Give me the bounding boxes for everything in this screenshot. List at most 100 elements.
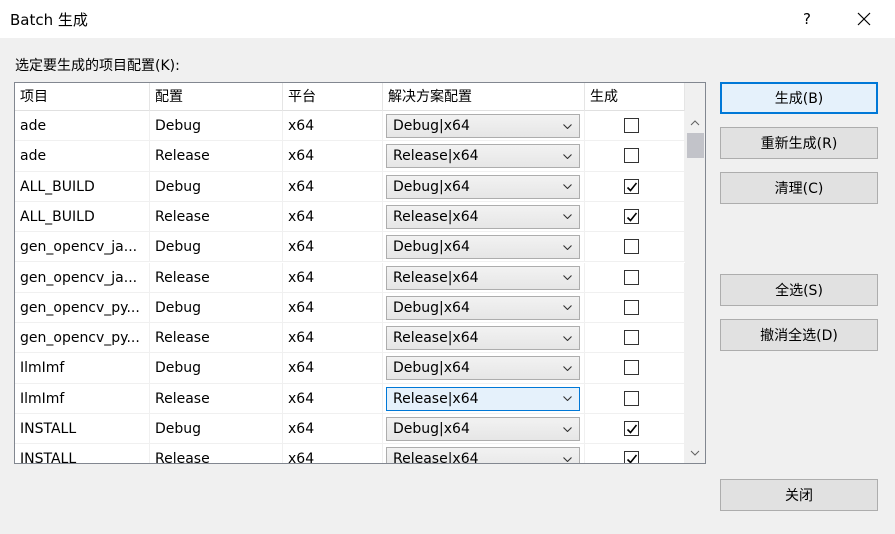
rebuild-button[interactable]: 重新生成(R) <box>720 127 878 159</box>
solution-config-dropdown[interactable]: Release|x64 <box>386 265 580 290</box>
platform-cell: x64 <box>283 444 383 463</box>
project-config-grid[interactable]: 项目 配置 平台 解决方案配置 生成 ade Debug x64 Debug|x… <box>14 82 706 464</box>
column-header-config[interactable]: 配置 <box>150 83 283 111</box>
solution-config-value: Release|x64 <box>393 269 479 286</box>
solution-config-cell: Release|x64 <box>383 444 585 463</box>
project-cell: INSTALL <box>15 444 150 463</box>
solution-config-dropdown[interactable]: Debug|x64 <box>386 356 580 381</box>
solution-config-cell: Release|x64 <box>383 262 585 293</box>
platform-cell: x64 <box>283 292 383 323</box>
solution-config-dropdown[interactable]: Debug|x64 <box>386 417 580 441</box>
chevron-down-icon <box>563 418 573 440</box>
platform-cell: x64 <box>283 414 383 444</box>
table-row[interactable]: INSTALL Debug x64 Debug|x64 <box>15 414 685 445</box>
table-row[interactable]: ALL_BUILD Release x64 Release|x64 <box>15 201 685 233</box>
solution-config-dropdown[interactable]: Debug|x64 <box>386 114 580 138</box>
column-header-build[interactable]: 生成 <box>585 83 685 111</box>
close-button[interactable]: 关闭 <box>720 479 878 511</box>
build-checkbox[interactable] <box>624 118 639 133</box>
solution-config-cell: Release|x64 <box>383 141 585 172</box>
build-checkbox[interactable] <box>624 208 639 224</box>
chevron-down-icon <box>563 115 573 137</box>
build-checkbox[interactable] <box>624 239 639 255</box>
selection-prompt: 选定要生成的项目配置(K): <box>15 58 180 74</box>
project-cell: INSTALL <box>15 414 150 444</box>
project-cell: ALL_BUILD <box>15 171 150 202</box>
table-row[interactable]: ade Debug x64 Debug|x64 <box>15 111 685 142</box>
chevron-down-icon <box>563 236 573 258</box>
solution-config-dropdown[interactable]: Release|x64 <box>386 144 580 169</box>
clean-button[interactable]: 清理(C) <box>720 172 878 204</box>
build-cell <box>585 171 685 202</box>
scroll-up-button[interactable] <box>685 113 705 133</box>
chevron-down-icon <box>690 450 700 456</box>
column-header-project[interactable]: 项目 <box>15 83 150 111</box>
build-checkbox[interactable] <box>624 269 639 285</box>
build-checkbox[interactable] <box>624 421 639 436</box>
vertical-scrollbar[interactable] <box>685 83 705 463</box>
platform-cell: x64 <box>283 383 383 414</box>
table-row[interactable]: INSTALL Release x64 Release|x64 <box>15 444 685 463</box>
solution-config-dropdown[interactable]: Debug|x64 <box>386 295 580 320</box>
table-row[interactable]: IlmImf Debug x64 Debug|x64 <box>15 353 685 384</box>
select-all-button[interactable]: 全选(S) <box>720 274 878 306</box>
solution-config-dropdown[interactable]: Release|x64 <box>386 204 580 229</box>
solution-config-dropdown[interactable]: Debug|x64 <box>386 174 580 199</box>
chevron-down-icon <box>563 267 573 289</box>
platform-cell: x64 <box>283 323 383 354</box>
checkmark-icon <box>626 424 638 434</box>
table-row[interactable]: gen_opencv_py... Release x64 Release|x64 <box>15 323 685 354</box>
solution-config-dropdown[interactable]: Debug|x64 <box>386 235 580 260</box>
solution-config-dropdown[interactable]: Release|x64 <box>386 386 580 411</box>
build-checkbox[interactable] <box>624 360 639 376</box>
build-cell <box>585 232 685 263</box>
solution-config-cell: Debug|x64 <box>383 292 585 323</box>
config-cell: Release <box>150 444 283 463</box>
platform-cell: x64 <box>283 171 383 202</box>
window-title: Batch 生成 <box>10 11 88 29</box>
column-header-platform[interactable]: 平台 <box>283 83 383 111</box>
solution-config-cell: Debug|x64 <box>383 111 585 141</box>
chevron-down-icon <box>563 357 573 379</box>
build-checkbox[interactable] <box>624 299 639 315</box>
build-checkbox[interactable] <box>624 451 639 463</box>
close-window-button[interactable] <box>845 0 883 38</box>
chevron-up-icon <box>690 120 700 126</box>
table-row[interactable]: gen_opencv_py... Debug x64 Debug|x64 <box>15 292 685 324</box>
solution-config-dropdown[interactable]: Release|x64 <box>386 326 580 351</box>
table-row[interactable]: gen_opencv_ja... Debug x64 Debug|x64 <box>15 232 685 263</box>
solution-config-value: Release|x64 <box>393 208 479 225</box>
table-row[interactable]: IlmImf Release x64 Release|x64 <box>15 383 685 414</box>
project-cell: ade <box>15 141 150 172</box>
build-checkbox[interactable] <box>624 148 639 164</box>
scroll-down-button[interactable] <box>685 443 705 463</box>
config-cell: Debug <box>150 292 283 323</box>
checkmark-icon <box>626 182 638 192</box>
build-button[interactable]: 生成(B) <box>720 82 878 114</box>
chevron-down-icon <box>563 388 573 410</box>
platform-cell: x64 <box>283 232 383 263</box>
checkmark-icon <box>626 454 638 463</box>
build-checkbox[interactable] <box>624 390 639 406</box>
project-cell: gen_opencv_ja... <box>15 232 150 263</box>
table-row[interactable]: ade Release x64 Release|x64 <box>15 141 685 172</box>
deselect-all-button[interactable]: 撤消全选(D) <box>720 319 878 351</box>
config-cell: Release <box>150 323 283 354</box>
help-button[interactable]: ? <box>788 0 826 38</box>
solution-config-dropdown[interactable]: Release|x64 <box>386 447 580 463</box>
table-row[interactable]: ALL_BUILD Debug x64 Debug|x64 <box>15 171 685 202</box>
title-bar: Batch 生成 ? <box>0 0 895 38</box>
build-checkbox[interactable] <box>624 330 639 346</box>
project-cell: gen_opencv_ja... <box>15 262 150 293</box>
solution-config-value: Debug|x64 <box>393 360 470 377</box>
chevron-down-icon <box>563 176 573 198</box>
solution-config-cell: Debug|x64 <box>383 414 585 444</box>
table-row[interactable]: gen_opencv_ja... Release x64 Release|x64 <box>15 262 685 293</box>
column-header-solution-config[interactable]: 解决方案配置 <box>383 83 585 111</box>
build-cell <box>585 201 685 232</box>
build-checkbox[interactable] <box>624 178 639 194</box>
config-cell: Debug <box>150 171 283 202</box>
scroll-thumb[interactable] <box>687 133 704 158</box>
chevron-down-icon <box>563 327 573 349</box>
solution-config-cell: Debug|x64 <box>383 353 585 384</box>
